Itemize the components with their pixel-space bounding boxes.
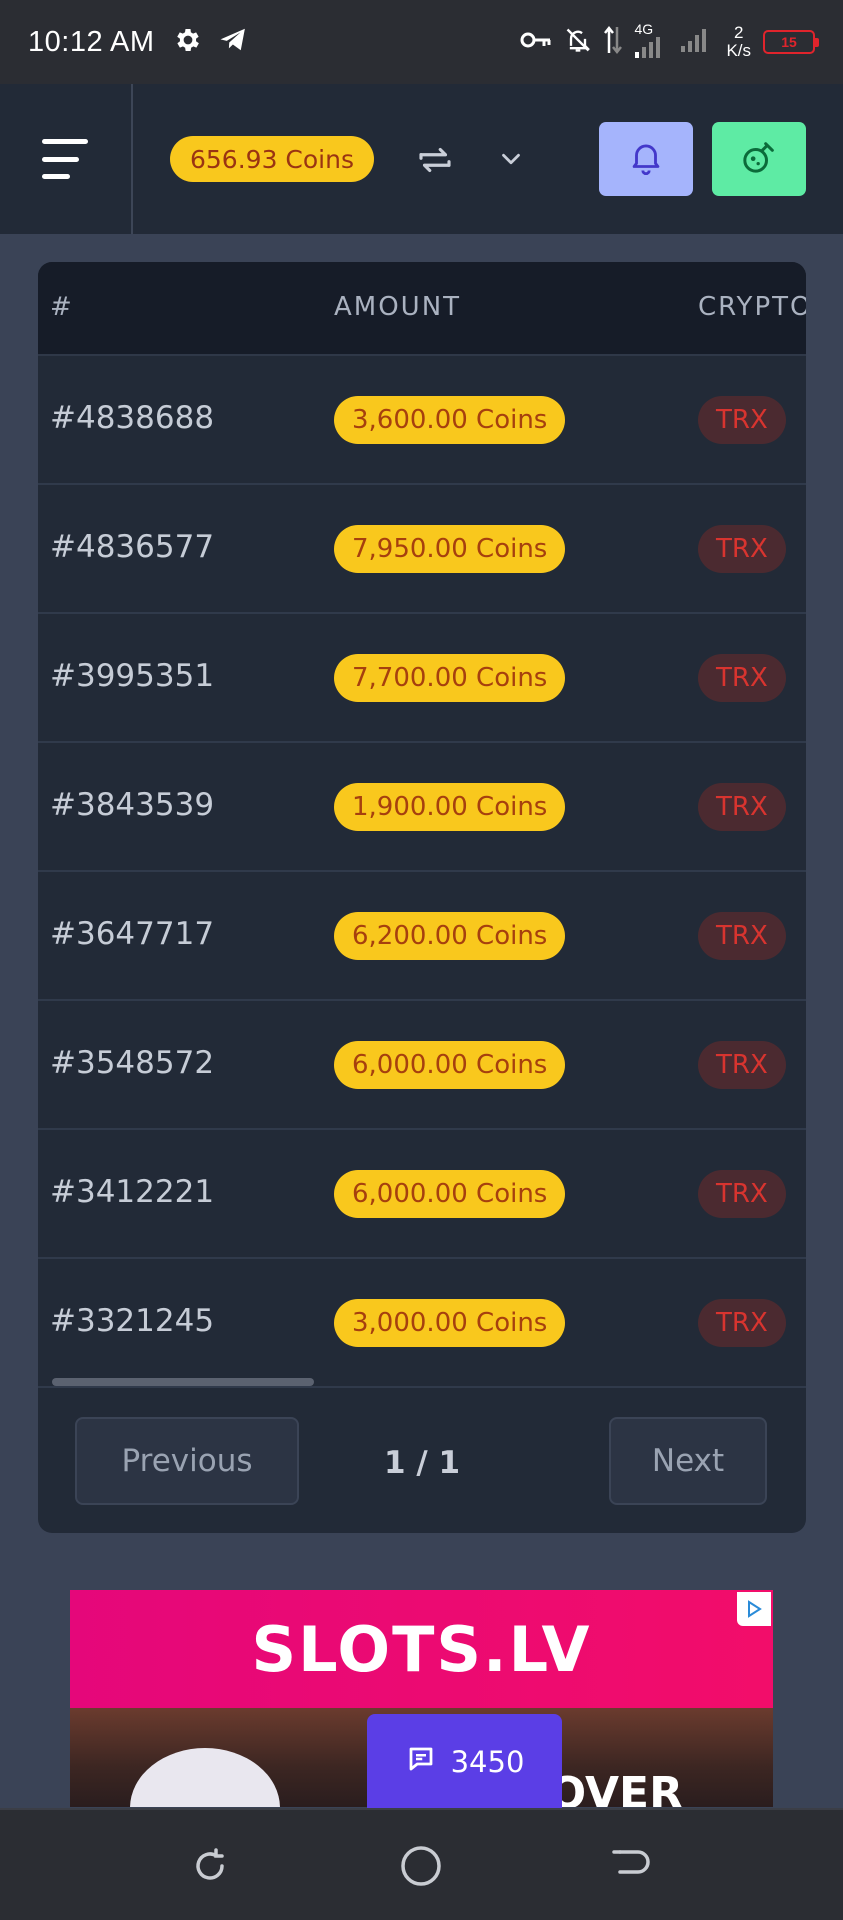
next-page-button[interactable]: Next <box>609 1417 767 1505</box>
transactions-table-card: # AMOUNT CRYPTO #4838688 3,600.00 Coins … <box>38 262 806 1533</box>
row-id: #4838688 <box>50 400 215 436</box>
row-id: #3843539 <box>50 787 215 823</box>
ad-logo: SLOTS.LV <box>251 1612 592 1686</box>
vpn-key-icon <box>520 29 552 55</box>
horizontal-scrollbar[interactable] <box>52 1378 314 1386</box>
row-amount-badge: 7,950.00 Coins <box>334 525 566 573</box>
row-id: #4836577 <box>50 529 215 565</box>
settings-gear-icon <box>173 25 203 59</box>
ad-partial-text: OVER <box>548 1768 683 1807</box>
menu-icon[interactable] <box>42 139 88 179</box>
bell-icon <box>627 137 665 181</box>
row-crypto-badge: TRX <box>698 1170 786 1218</box>
row-id: #3995351 <box>50 658 215 694</box>
row-amount-badge: 6,000.00 Coins <box>334 1170 566 1218</box>
app-header: 656.93 Coins <box>0 84 843 234</box>
chat-button[interactable]: 3450 <box>367 1714 562 1810</box>
row-amount-badge: 3,000.00 Coins <box>334 1299 566 1347</box>
pagination: Previous 1 / 1 Next <box>38 1390 806 1533</box>
notifications-off-icon <box>564 25 592 59</box>
row-crypto-badge: TRX <box>698 1041 786 1089</box>
row-id: #3412221 <box>50 1174 215 1210</box>
table-row: #3995351 7,700.00 Coins TRX <box>38 614 806 743</box>
row-crypto-badge: TRX <box>698 912 786 960</box>
table-row: #4838688 3,600.00 Coins TRX <box>38 356 806 485</box>
row-amount-badge: 6,200.00 Coins <box>334 912 566 960</box>
back-icon[interactable] <box>610 1844 654 1888</box>
column-header-crypto: CRYPTO <box>698 292 806 322</box>
row-amount-badge: 1,900.00 Coins <box>334 783 566 831</box>
swap-icon[interactable] <box>414 139 456 181</box>
home-icon[interactable] <box>399 1844 443 1888</box>
battery-level: 15 <box>781 34 797 50</box>
row-crypto-badge: TRX <box>698 783 786 831</box>
row-crypto-badge: TRX <box>698 396 786 444</box>
status-time: 10:12 AM <box>28 25 155 58</box>
recent-apps-icon[interactable] <box>188 1844 232 1888</box>
net-speed: 2 K/s <box>726 24 751 60</box>
adchoices-icon[interactable] <box>737 1592 771 1626</box>
telegram-icon <box>217 25 249 59</box>
row-crypto-badge: TRX <box>698 525 786 573</box>
balance-badge[interactable]: 656.93 Coins <box>170 136 374 182</box>
row-amount-badge: 3,600.00 Coins <box>334 396 566 444</box>
table-row: #3548572 6,000.00 Coins TRX <box>38 1001 806 1130</box>
table-row: #3321245 3,000.00 Coins TRX <box>38 1259 806 1388</box>
rewards-button[interactable] <box>712 122 806 196</box>
table-row: #3412221 6,000.00 Coins TRX <box>38 1130 806 1259</box>
notifications-button[interactable] <box>599 122 693 196</box>
table-header: # AMOUNT CRYPTO <box>38 262 806 356</box>
potion-icon <box>739 137 779 181</box>
header-divider <box>131 84 133 234</box>
column-header-id: # <box>50 292 74 322</box>
row-amount-badge: 6,000.00 Coins <box>334 1041 566 1089</box>
system-nav-bar <box>0 1808 843 1920</box>
signal-icon <box>634 36 668 62</box>
network-type-label: 4G <box>634 21 654 37</box>
row-amount-badge: 7,700.00 Coins <box>334 654 566 702</box>
row-id: #3321245 <box>50 1303 215 1339</box>
net-speed-value: 2 <box>733 23 744 42</box>
battery-icon: 15 <box>763 30 819 54</box>
row-id: #3647717 <box>50 916 215 952</box>
signal-icon-2 <box>680 28 714 56</box>
chat-count: 3450 <box>450 1745 525 1779</box>
table-row: #4836577 7,950.00 Coins TRX <box>38 485 806 614</box>
table-row: #3843539 1,900.00 Coins TRX <box>38 743 806 872</box>
table-row: #3647717 6,200.00 Coins TRX <box>38 872 806 1001</box>
status-bar: 10:12 AM 4G 2 K/s 15 <box>0 0 843 84</box>
row-crypto-badge: TRX <box>698 1299 786 1347</box>
data-transfer-icon <box>604 25 623 59</box>
row-crypto-badge: TRX <box>698 654 786 702</box>
chat-bubble-icon <box>405 1744 437 1781</box>
column-header-amount: AMOUNT <box>334 292 462 322</box>
chevron-down-icon[interactable] <box>496 144 526 174</box>
net-speed-unit: K/s <box>726 41 751 60</box>
row-id: #3548572 <box>50 1045 215 1081</box>
